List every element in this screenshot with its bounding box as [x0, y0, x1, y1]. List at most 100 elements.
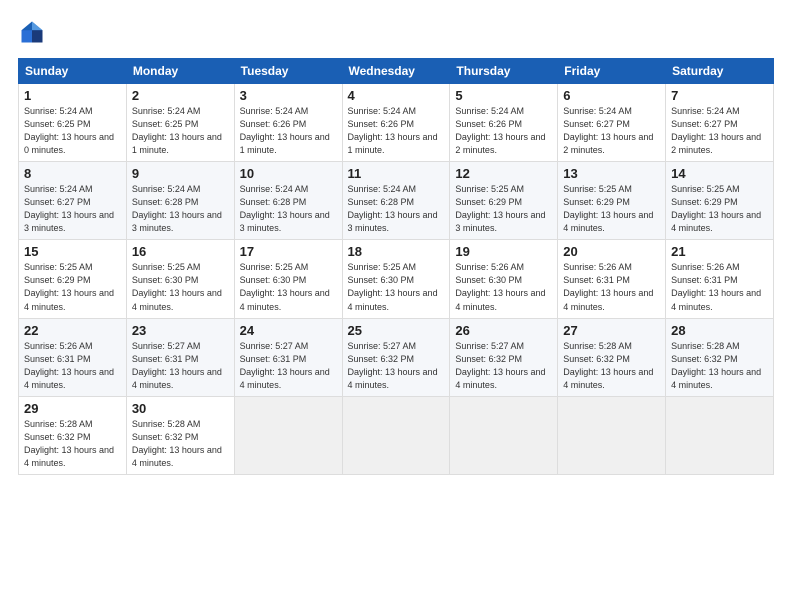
calendar-table: SundayMondayTuesdayWednesdayThursdayFrid… — [18, 58, 774, 475]
cell-content: Sunrise: 5:26 AMSunset: 6:31 PMDaylight:… — [24, 340, 121, 392]
cell-content: Sunrise: 5:27 AMSunset: 6:32 PMDaylight:… — [348, 340, 445, 392]
day-number: 21 — [671, 244, 768, 259]
day-number: 10 — [240, 166, 337, 181]
day-number: 9 — [132, 166, 229, 181]
day-number: 8 — [24, 166, 121, 181]
cell-content: Sunrise: 5:25 AMSunset: 6:29 PMDaylight:… — [455, 183, 552, 235]
weekday-header-friday: Friday — [558, 59, 666, 84]
calendar-cell: 6 Sunrise: 5:24 AMSunset: 6:27 PMDaylight… — [558, 84, 666, 162]
calendar-cell: 9Sunrise: 5:24 AMSunset: 6:28 PMDaylight… — [126, 162, 234, 240]
weekday-header-tuesday: Tuesday — [234, 59, 342, 84]
calendar-cell: 8 Sunrise: 5:24 AMSunset: 6:27 PMDaylight… — [19, 162, 127, 240]
day-number: 29 — [24, 401, 121, 416]
cell-content: Sunrise: 5:26 AMSunset: 6:31 PMDaylight:… — [563, 261, 660, 313]
day-number: 28 — [671, 323, 768, 338]
cell-content: Sunrise: 5:25 AMSunset: 6:29 PMDaylight:… — [563, 183, 660, 235]
calendar-cell: 27 Sunrise: 5:28 AMSunset: 6:32 PMDayligh… — [558, 318, 666, 396]
cell-content: Sunrise: 5:27 AMSunset: 6:31 PMDaylight:… — [240, 340, 337, 392]
calendar-cell: 16 Sunrise: 5:25 AMSunset: 6:30 PMDayligh… — [126, 240, 234, 318]
day-number: 25 — [348, 323, 445, 338]
calendar-cell: 23 Sunrise: 5:27 AMSunset: 6:31 PMDayligh… — [126, 318, 234, 396]
day-number: 24 — [240, 323, 337, 338]
day-number: 2 — [132, 88, 229, 103]
cell-content: Sunrise: 5:25 AMSunset: 6:29 PMDaylight:… — [24, 261, 121, 313]
day-number: 23 — [132, 323, 229, 338]
calendar-cell: 11 Sunrise: 5:24 AMSunset: 6:28 PMDayligh… — [342, 162, 450, 240]
cell-content: Sunrise: 5:25 AMSunset: 6:29 PMDaylight:… — [671, 183, 768, 235]
calendar-cell — [666, 396, 774, 474]
weekday-header-sunday: Sunday — [19, 59, 127, 84]
day-number: 19 — [455, 244, 552, 259]
cell-content: Sunrise: 5:25 AMSunset: 6:30 PMDaylight:… — [348, 261, 445, 313]
calendar-week-row: 29 Sunrise: 5:28 AMSunset: 6:32 PMDayligh… — [19, 396, 774, 474]
calendar-cell: 25 Sunrise: 5:27 AMSunset: 6:32 PMDayligh… — [342, 318, 450, 396]
day-number: 30 — [132, 401, 229, 416]
cell-content: Sunrise: 5:25 AMSunset: 6:30 PMDaylight:… — [132, 261, 229, 313]
day-number: 6 — [563, 88, 660, 103]
calendar-cell: 28 Sunrise: 5:28 AMSunset: 6:32 PMDayligh… — [666, 318, 774, 396]
day-number: 16 — [132, 244, 229, 259]
cell-content: Sunrise: 5:28 AMSunset: 6:32 PMDaylight:… — [132, 418, 229, 470]
calendar-cell — [342, 396, 450, 474]
calendar-cell: 5Sunrise: 5:24 AMSunset: 6:26 PMDaylight… — [450, 84, 558, 162]
calendar-cell: 7Sunrise: 5:24 AMSunset: 6:27 PMDaylight… — [666, 84, 774, 162]
logo-icon — [18, 18, 46, 46]
cell-content: Sunrise: 5:24 AMSunset: 6:25 PMDaylight:… — [132, 105, 229, 157]
calendar-cell: 19 Sunrise: 5:26 AMSunset: 6:30 PMDayligh… — [450, 240, 558, 318]
cell-content: Sunrise: 5:27 AMSunset: 6:31 PMDaylight:… — [132, 340, 229, 392]
cell-content: Sunrise: 5:25 AMSunset: 6:30 PMDaylight:… — [240, 261, 337, 313]
calendar-week-row: 8 Sunrise: 5:24 AMSunset: 6:27 PMDaylight… — [19, 162, 774, 240]
cell-content: Sunrise: 5:24 AMSunset: 6:27 PMDaylight:… — [671, 105, 768, 157]
cell-content: Sunrise: 5:24 AMSunset: 6:26 PMDaylight:… — [348, 105, 445, 157]
calendar-week-row: 1 Sunrise: 5:24 AMSunset: 6:25 PMDaylight… — [19, 84, 774, 162]
day-number: 14 — [671, 166, 768, 181]
calendar-cell: 1 Sunrise: 5:24 AMSunset: 6:25 PMDaylight… — [19, 84, 127, 162]
calendar-cell: 13 Sunrise: 5:25 AMSunset: 6:29 PMDayligh… — [558, 162, 666, 240]
cell-content: Sunrise: 5:24 AMSunset: 6:27 PMDaylight:… — [24, 183, 121, 235]
calendar-cell: 17 Sunrise: 5:25 AMSunset: 6:30 PMDayligh… — [234, 240, 342, 318]
day-number: 11 — [348, 166, 445, 181]
calendar-cell: 12Sunrise: 5:25 AMSunset: 6:29 PMDayligh… — [450, 162, 558, 240]
weekday-header-row: SundayMondayTuesdayWednesdayThursdayFrid… — [19, 59, 774, 84]
cell-content: Sunrise: 5:28 AMSunset: 6:32 PMDaylight:… — [563, 340, 660, 392]
page: SundayMondayTuesdayWednesdayThursdayFrid… — [0, 0, 792, 612]
calendar-cell: 26Sunrise: 5:27 AMSunset: 6:32 PMDayligh… — [450, 318, 558, 396]
calendar-cell: 14 Sunrise: 5:25 AMSunset: 6:29 PMDayligh… — [666, 162, 774, 240]
day-number: 17 — [240, 244, 337, 259]
cell-content: Sunrise: 5:24 AMSunset: 6:28 PMDaylight:… — [240, 183, 337, 235]
cell-content: Sunrise: 5:24 AMSunset: 6:26 PMDaylight:… — [455, 105, 552, 157]
calendar-cell — [450, 396, 558, 474]
cell-content: Sunrise: 5:27 AMSunset: 6:32 PMDaylight:… — [455, 340, 552, 392]
calendar-cell: 20 Sunrise: 5:26 AMSunset: 6:31 PMDayligh… — [558, 240, 666, 318]
day-number: 20 — [563, 244, 660, 259]
calendar-cell — [234, 396, 342, 474]
cell-content: Sunrise: 5:24 AMSunset: 6:27 PMDaylight:… — [563, 105, 660, 157]
day-number: 3 — [240, 88, 337, 103]
calendar-cell: 4 Sunrise: 5:24 AMSunset: 6:26 PMDaylight… — [342, 84, 450, 162]
calendar-cell: 3 Sunrise: 5:24 AMSunset: 6:26 PMDaylight… — [234, 84, 342, 162]
day-number: 1 — [24, 88, 121, 103]
day-number: 22 — [24, 323, 121, 338]
calendar-cell: 15 Sunrise: 5:25 AMSunset: 6:29 PMDayligh… — [19, 240, 127, 318]
cell-content: Sunrise: 5:24 AMSunset: 6:25 PMDaylight:… — [24, 105, 121, 157]
day-number: 27 — [563, 323, 660, 338]
calendar-cell: 22 Sunrise: 5:26 AMSunset: 6:31 PMDayligh… — [19, 318, 127, 396]
logo — [18, 18, 50, 46]
cell-content: Sunrise: 5:24 AMSunset: 6:26 PMDaylight:… — [240, 105, 337, 157]
weekday-header-wednesday: Wednesday — [342, 59, 450, 84]
cell-content: Sunrise: 5:28 AMSunset: 6:32 PMDaylight:… — [24, 418, 121, 470]
calendar-cell: 2 Sunrise: 5:24 AMSunset: 6:25 PMDaylight… — [126, 84, 234, 162]
calendar-cell: 30 Sunrise: 5:28 AMSunset: 6:32 PMDayligh… — [126, 396, 234, 474]
weekday-header-monday: Monday — [126, 59, 234, 84]
cell-content: Sunrise: 5:26 AMSunset: 6:30 PMDaylight:… — [455, 261, 552, 313]
calendar-cell: 18Sunrise: 5:25 AMSunset: 6:30 PMDayligh… — [342, 240, 450, 318]
calendar-cell: 29 Sunrise: 5:28 AMSunset: 6:32 PMDayligh… — [19, 396, 127, 474]
calendar-cell — [558, 396, 666, 474]
cell-content: Sunrise: 5:26 AMSunset: 6:31 PMDaylight:… — [671, 261, 768, 313]
calendar-cell: 24 Sunrise: 5:27 AMSunset: 6:31 PMDayligh… — [234, 318, 342, 396]
cell-content: Sunrise: 5:28 AMSunset: 6:32 PMDaylight:… — [671, 340, 768, 392]
day-number: 15 — [24, 244, 121, 259]
cell-content: Sunrise: 5:24 AMSunset: 6:28 PMDaylight:… — [348, 183, 445, 235]
day-number: 4 — [348, 88, 445, 103]
day-number: 13 — [563, 166, 660, 181]
